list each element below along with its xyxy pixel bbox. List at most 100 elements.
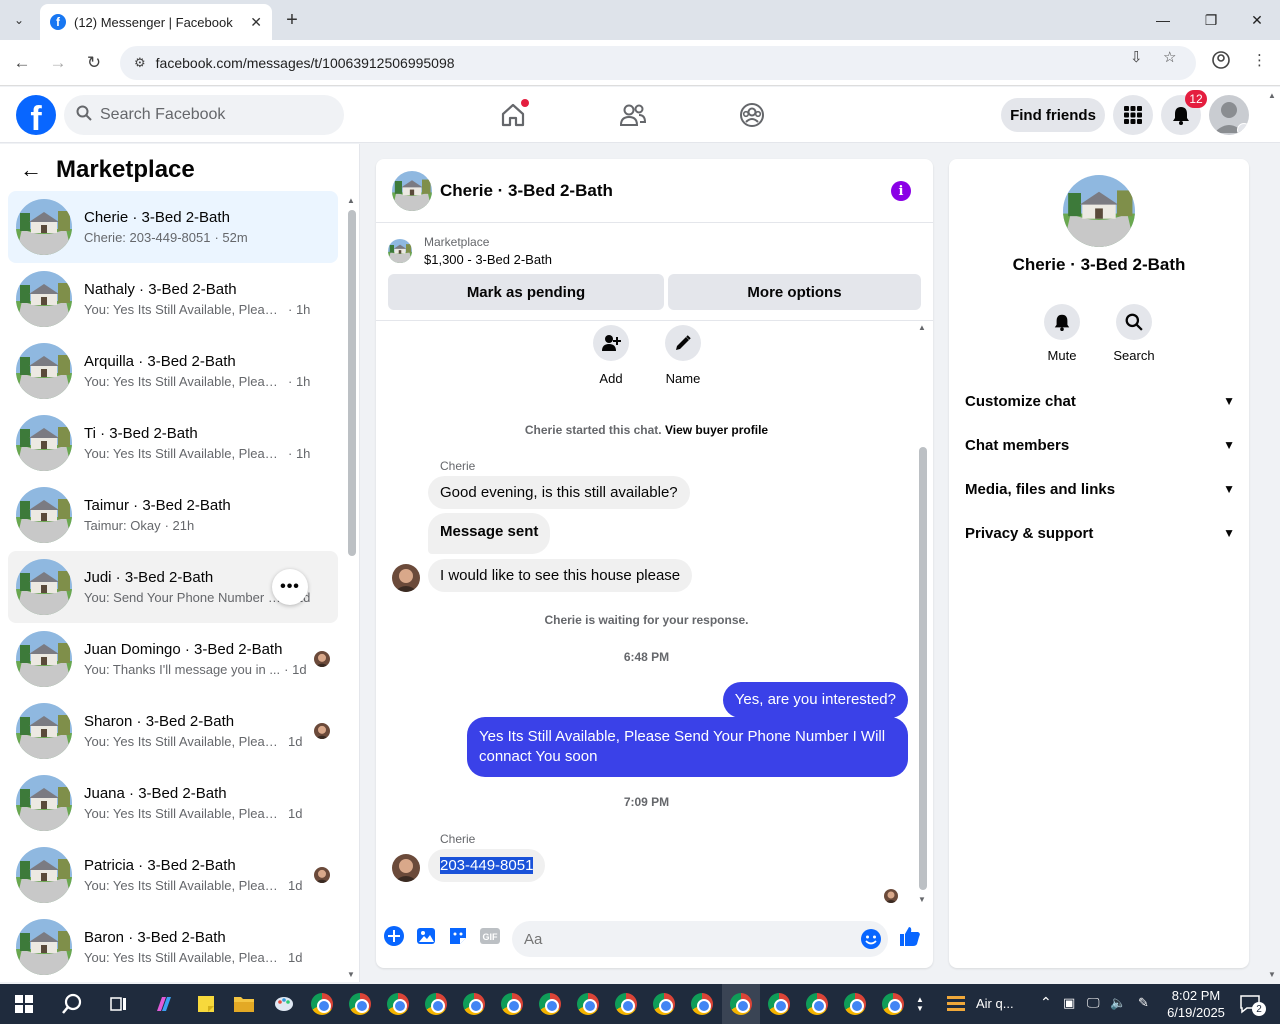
scroll-down-arrow-icon[interactable]: ▼ — [347, 970, 355, 979]
facebook-search[interactable] — [64, 95, 344, 135]
marketplace-listing[interactable]: Marketplace $1,300 - 3-Bed 2-Bath — [388, 235, 552, 267]
conversation-item[interactable]: Arquilla · 3-Bed 2-Bath You: Yes Its Sti… — [8, 335, 338, 407]
chrome-icon[interactable] — [612, 990, 640, 1018]
taskbar-overflow-arrows-icon[interactable]: ▲ ▼ — [912, 990, 928, 1018]
page-scroll-up-arrow-icon[interactable]: ▲ — [1268, 91, 1276, 100]
friends-icon[interactable] — [617, 99, 649, 131]
search-icon[interactable] — [58, 990, 86, 1018]
account-avatar[interactable]: ⌄ — [1209, 95, 1249, 135]
address-bar[interactable]: ⚙ facebook.com/messages/t/10063912506995… — [120, 46, 1196, 80]
sticker-icon[interactable] — [446, 924, 470, 948]
task-view-icon[interactable] — [105, 990, 133, 1018]
search-input[interactable] — [100, 106, 320, 124]
name-action[interactable]: Name — [653, 325, 713, 386]
chrome-icon[interactable] — [841, 990, 869, 1018]
conversation-item[interactable]: Juana · 3-Bed 2-Bath You: Yes Its Still … — [8, 767, 338, 839]
chrome-icon[interactable] — [460, 990, 488, 1018]
copilot-icon[interactable] — [150, 990, 178, 1018]
reload-icon[interactable]: ↻ — [82, 51, 106, 75]
clock-date[interactable]: 6/19/2025 — [1164, 1005, 1228, 1020]
message-input[interactable] — [524, 930, 844, 948]
incoming-message[interactable]: I would like to see this house please — [428, 559, 693, 592]
chrome-icon[interactable] — [879, 990, 907, 1018]
install-app-icon[interactable]: ⇩ — [1130, 48, 1143, 66]
conversation-item[interactable]: Ti · 3-Bed 2-Bath You: Yes Its Still Ava… — [8, 407, 338, 479]
chrome-icon[interactable] — [650, 990, 678, 1018]
scroll-down-arrow-icon[interactable]: ▼ — [918, 895, 926, 904]
sticky-notes-icon[interactable] — [192, 990, 220, 1018]
conversation-item[interactable]: Nathaly · 3-Bed 2-Bath You: Yes Its Stil… — [8, 263, 338, 335]
browser-tab[interactable]: f (12) Messenger | Facebook ✕ — [40, 4, 272, 40]
sender-avatar[interactable] — [392, 854, 420, 882]
back-arrow-icon[interactable]: ← — [20, 157, 42, 183]
conversation-item[interactable]: Patricia · 3-Bed 2-Bath You: Yes Its Sti… — [8, 839, 338, 911]
windows-start-icon[interactable] — [10, 990, 38, 1018]
mute-action[interactable]: Mute — [1032, 304, 1092, 363]
menu-grid-icon[interactable] — [1113, 95, 1153, 135]
tab-search-chevron-icon[interactable]: ⌄ — [6, 8, 32, 32]
back-arrow-icon[interactable]: ← — [10, 51, 34, 75]
minimize-icon[interactable]: — — [1140, 6, 1186, 34]
mark-pending-button[interactable]: Mark as pending — [388, 274, 664, 310]
tray-chevron-icon[interactable]: ⌃ — [1040, 994, 1052, 1011]
details-thumbnail[interactable] — [1063, 175, 1135, 247]
chrome-icon[interactable] — [308, 990, 336, 1018]
meet-icon[interactable]: ▣ — [1063, 995, 1075, 1011]
scroll-up-arrow-icon[interactable]: ▲ — [918, 323, 926, 332]
new-tab-icon[interactable]: + — [280, 8, 304, 32]
incoming-message[interactable]: Message sent — [428, 513, 551, 554]
file-explorer-icon[interactable] — [230, 990, 258, 1018]
chrome-icon[interactable] — [536, 990, 564, 1018]
home-icon[interactable] — [497, 99, 529, 131]
outgoing-message[interactable]: Yes Its Still Available, Please Send You… — [467, 717, 908, 777]
conversation-item[interactable]: Juan Domingo · 3-Bed 2-Bath You: Thanks … — [8, 623, 338, 695]
phone-number-text[interactable]: 203-449-8051 — [440, 857, 534, 874]
outgoing-message[interactable]: Yes, are you interested? — [722, 682, 908, 718]
chat-scrollbar[interactable] — [919, 447, 927, 890]
chrome-icon[interactable] — [498, 990, 526, 1018]
incoming-message[interactable]: Good evening, is this still available? — [428, 476, 690, 509]
customize-chat-section[interactable]: Customize chat ▼ — [965, 381, 1235, 421]
find-friends-button[interactable]: Find friends — [1001, 98, 1105, 132]
view-buyer-profile-link[interactable]: View buyer profile — [665, 423, 768, 437]
forward-arrow-icon[interactable]: → — [46, 51, 70, 75]
thumbs-up-icon[interactable] — [898, 924, 922, 948]
clock-time[interactable]: 8:02 PM — [1168, 988, 1224, 1003]
conversation-item[interactable]: Baron · 3-Bed 2-Bath You: Yes Its Still … — [8, 911, 338, 982]
weather-text[interactable]: Air q... — [976, 996, 1014, 1011]
add-action[interactable]: Add — [581, 325, 641, 386]
restore-icon[interactable]: ❐ — [1188, 6, 1234, 34]
weather-icon[interactable] — [942, 990, 970, 1018]
facebook-logo-icon[interactable]: f — [16, 95, 56, 135]
plus-circle-icon[interactable] — [382, 924, 406, 948]
sender-avatar[interactable] — [392, 564, 420, 592]
conversation-item[interactable]: Sharon · 3-Bed 2-Bath You: Yes Its Still… — [8, 695, 338, 767]
volume-icon[interactable]: 🔈 — [1110, 995, 1126, 1011]
paint-icon[interactable] — [270, 990, 298, 1018]
emoji-icon[interactable] — [860, 928, 882, 955]
tab-close-icon[interactable]: ✕ — [250, 14, 262, 31]
sidebar-scrollbar[interactable] — [348, 210, 356, 556]
bookmark-star-icon[interactable]: ☆ — [1163, 48, 1176, 66]
notification-center-icon[interactable]: 2 — [1236, 990, 1266, 1018]
chrome-icon[interactable] — [688, 990, 716, 1018]
search-action[interactable]: Search — [1104, 304, 1164, 363]
conversation-item[interactable]: Cherie · 3-Bed 2-Bath Cherie: 203-449-80… — [8, 191, 338, 263]
conversation-item[interactable]: Judi · 3-Bed 2-Bath You: Send Your Phone… — [8, 551, 338, 623]
chat-members-section[interactable]: Chat members ▼ — [965, 425, 1235, 465]
network-icon[interactable]: 🖵 — [1087, 995, 1100, 1011]
browser-menu-icon[interactable]: ⋮ — [1252, 51, 1267, 69]
privacy-support-section[interactable]: Privacy & support ▼ — [965, 513, 1235, 553]
chat-thumbnail[interactable] — [392, 171, 432, 211]
photo-icon[interactable] — [414, 924, 438, 948]
pen-icon[interactable]: ✎ — [1138, 995, 1149, 1011]
media-files-section[interactable]: Media, files and links ▼ — [965, 469, 1235, 509]
info-icon[interactable]: i — [891, 181, 911, 201]
chrome-icon[interactable] — [384, 990, 412, 1018]
message-input-box[interactable] — [512, 921, 888, 957]
chrome-icon[interactable] — [574, 990, 602, 1018]
profile-icon[interactable] — [1212, 51, 1230, 73]
conversation-more-icon[interactable]: ••• — [272, 569, 308, 605]
groups-icon[interactable] — [736, 99, 768, 131]
chrome-icon[interactable] — [346, 990, 374, 1018]
